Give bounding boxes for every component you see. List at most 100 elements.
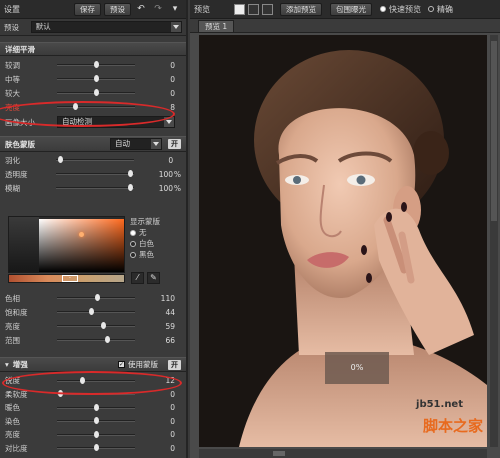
enhance-header[interactable]: ▾ 增强 ✓ 使用蒙版 开 — [0, 357, 186, 372]
color-gradient-area[interactable] — [39, 219, 124, 272]
radio-icon[interactable] — [428, 6, 434, 12]
slider[interactable] — [57, 389, 135, 399]
slider-value[interactable]: 0 — [135, 403, 175, 412]
slider-track[interactable] — [57, 311, 135, 313]
show-mask-black[interactable]: 黑色 — [130, 249, 160, 260]
preview-canvas[interactable]: 0% jb51.net 脚本之家 — [199, 35, 487, 447]
slider[interactable] — [57, 376, 135, 386]
slider-value[interactable]: 0 — [135, 417, 175, 426]
redo-icon[interactable]: ↷ — [151, 3, 165, 16]
slider-value[interactable]: 59 — [135, 322, 175, 331]
slider-value[interactable]: 0 — [135, 75, 175, 84]
slider[interactable] — [57, 335, 135, 345]
slider-handle[interactable] — [73, 103, 79, 110]
collapse-arrow-icon[interactable]: ▾ — [5, 360, 9, 369]
radio-icon[interactable] — [130, 240, 136, 247]
slider-value[interactable]: 12 — [135, 376, 175, 385]
menu-arrow-icon[interactable]: ▾ — [168, 3, 182, 16]
detail-smoothing-header[interactable]: 详细平滑 — [0, 42, 186, 56]
slider-track[interactable] — [57, 393, 135, 396]
scroll-thumb[interactable] — [491, 41, 497, 221]
mask-on-toggle[interactable]: 开 — [168, 139, 181, 149]
enhance-on-toggle[interactable]: 开 — [168, 359, 181, 370]
slider-handle[interactable] — [57, 156, 63, 163]
slider[interactable] — [57, 74, 135, 84]
slider[interactable] — [57, 416, 135, 426]
slider[interactable] — [57, 293, 135, 303]
slider-handle[interactable] — [127, 184, 133, 191]
slider[interactable] — [57, 88, 135, 98]
slider-track[interactable] — [57, 106, 135, 108]
slider-handle[interactable] — [94, 294, 100, 301]
mask-mode-dropdown[interactable]: 自动 — [110, 138, 162, 150]
slider-track[interactable] — [56, 173, 134, 175]
hue-range-handle[interactable]: · — [62, 275, 78, 282]
slider-handle[interactable] — [127, 170, 133, 177]
show-mask-none[interactable]: 无 — [130, 227, 160, 238]
slider-value[interactable]: 110 — [135, 294, 175, 303]
slider[interactable] — [57, 60, 135, 70]
skin-color-picker[interactable] — [8, 216, 125, 273]
slider[interactable] — [56, 155, 134, 165]
slider-handle[interactable] — [93, 430, 99, 438]
radio-icon[interactable] — [380, 6, 386, 12]
slider-value[interactable]: 66 — [135, 336, 175, 345]
eyedropper-plus-icon[interactable]: ✎ — [147, 272, 160, 284]
slider[interactable] — [57, 430, 135, 440]
portrait-size-dropdown[interactable]: 自动检测 — [57, 116, 175, 128]
split-vertical-icon[interactable] — [262, 3, 273, 15]
slider[interactable] — [56, 169, 134, 179]
slider-value[interactable]: 0 — [134, 156, 173, 165]
eyedropper-icon[interactable]: ⁄ — [131, 272, 144, 284]
slider[interactable] — [57, 443, 135, 453]
slider-value[interactable]: 0 — [135, 89, 175, 98]
slider-track[interactable] — [56, 159, 134, 161]
slider[interactable] — [57, 102, 135, 112]
slider-track[interactable] — [57, 379, 135, 382]
show-mask-white[interactable]: 白色 — [130, 238, 160, 249]
slider-value[interactable]: 100 — [134, 184, 173, 193]
slider-handle[interactable] — [93, 417, 99, 425]
slider-track[interactable] — [56, 187, 134, 189]
undo-icon[interactable]: ↶ — [134, 3, 148, 16]
precise-option[interactable]: 精确 — [428, 4, 453, 15]
single-view-icon[interactable] — [234, 3, 245, 15]
slider-track[interactable] — [57, 325, 135, 327]
slider-handle[interactable] — [100, 322, 106, 329]
preset-dropdown[interactable]: 默认 — [30, 21, 182, 33]
slider[interactable] — [56, 183, 134, 193]
skin-mask-header[interactable]: 肤色蒙版 自动 开 — [0, 136, 186, 152]
slider-value[interactable]: 8 — [135, 103, 175, 112]
radio-icon[interactable] — [130, 229, 136, 236]
color-picker-handle[interactable] — [79, 232, 84, 237]
slider[interactable] — [57, 321, 135, 331]
horizontal-scrollbar[interactable] — [199, 449, 487, 458]
slider-value[interactable]: 0 — [135, 390, 175, 399]
save-button[interactable]: 保存 — [74, 2, 101, 16]
slider-handle[interactable] — [58, 390, 64, 398]
slider-handle[interactable] — [93, 89, 99, 96]
slider-handle[interactable] — [105, 336, 111, 343]
preset-button[interactable]: 预设 — [104, 2, 131, 16]
use-mask-checkbox[interactable]: ✓ — [118, 361, 125, 368]
slider-value[interactable]: 0 — [135, 430, 175, 439]
slider-handle[interactable] — [93, 403, 99, 411]
slider-value[interactable]: 0 — [135, 61, 175, 70]
hue-range-bar[interactable]: · — [8, 274, 125, 283]
slider-value[interactable]: 0 — [135, 444, 175, 453]
slider[interactable] — [57, 307, 135, 317]
slider-value[interactable]: 100 — [134, 170, 173, 179]
bracket-exposure-button[interactable]: 包围曝光 — [330, 2, 372, 16]
quick-preview-option[interactable]: 快速预览 — [380, 4, 421, 15]
slider-value[interactable]: 44 — [135, 308, 175, 317]
vertical-scrollbar[interactable] — [490, 35, 498, 447]
tab-preview-1[interactable]: 预览 1 — [198, 20, 235, 32]
add-preview-button[interactable]: 添加预览 — [280, 2, 322, 16]
slider-track[interactable] — [57, 339, 135, 341]
split-horizontal-icon[interactable] — [248, 3, 259, 15]
scroll-thumb[interactable] — [273, 451, 285, 456]
slider-handle[interactable] — [79, 376, 85, 384]
slider[interactable] — [57, 403, 135, 413]
slider-handle[interactable] — [89, 308, 95, 315]
radio-icon[interactable] — [130, 251, 136, 258]
